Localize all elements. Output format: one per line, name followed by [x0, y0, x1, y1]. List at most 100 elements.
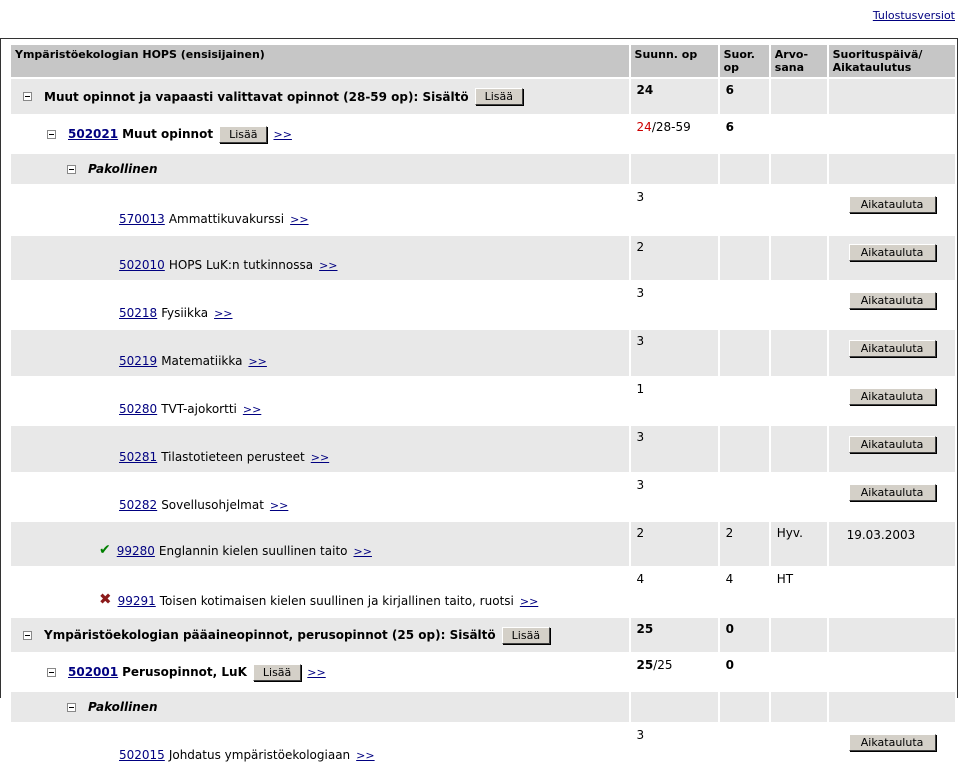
done-cell [719, 722, 769, 770]
hops-table: Ympäristöekologian HOPS (ensisijainen) S… [9, 45, 957, 770]
done-cell [719, 184, 769, 234]
row-title: Perusopinnot, LuK [122, 665, 247, 679]
schedule-button[interactable]: Aikatauluta [848, 196, 936, 213]
course-code-link[interactable]: 99291 [118, 594, 156, 608]
done-value: 6 [725, 83, 734, 97]
row-label: ✖ 99291 Toisen kotimaisen kielen suullinen… [11, 568, 629, 616]
row-label: 502015 Johdatus ympäristöekologiaan >> [11, 724, 629, 770]
details-link[interactable]: >> [520, 595, 538, 608]
course-code-link[interactable]: 50280 [119, 402, 157, 416]
date-cell [828, 616, 955, 652]
planned-cell: 3 [630, 424, 718, 472]
details-link[interactable]: >> [307, 666, 325, 679]
grade-value: HT [776, 572, 794, 586]
details-link[interactable]: >> [273, 128, 291, 141]
schedule-button[interactable]: Aikatauluta [848, 340, 936, 357]
schedule-button[interactable]: Aikatauluta [848, 388, 936, 405]
add-button[interactable]: Lisää [252, 663, 302, 681]
name-cell: 502010 HOPS LuK:n tutkinnossa >> [11, 234, 629, 280]
name-cell: 50219 Matematiikka >> [11, 328, 629, 376]
row-title: Muut opinnot ja vapaasti valittavat opin… [44, 89, 469, 104]
done-cell [719, 328, 769, 376]
date-cell: Aikatauluta [828, 376, 955, 424]
row-title: Fysiikka [161, 306, 209, 320]
add-button[interactable]: Lisää [474, 88, 523, 105]
course-code-link[interactable]: 502001 [68, 665, 118, 679]
done-cell: 6 [719, 77, 769, 114]
table-row: 50280 TVT-ajokortti >> 1 Aikatauluta [11, 376, 955, 424]
check-icon: ✔ [99, 542, 111, 558]
planned-range: /28-59 [651, 120, 691, 134]
name-cell: 502001 Perusopinnot, LuK Lisää >> [11, 652, 629, 690]
planned-value: 24 [636, 83, 654, 97]
row-title: Englannin kielen suullinen taito [158, 544, 348, 558]
grade-cell [770, 152, 827, 184]
course-code-link[interactable]: 50218 [119, 306, 157, 320]
course-code-link[interactable]: 570013 [119, 212, 165, 226]
hops-panel: Ympäristöekologian HOPS (ensisijainen) S… [0, 38, 958, 762]
done-value: 0 [725, 622, 734, 636]
planned-cell [630, 152, 718, 184]
add-button[interactable]: Lisää [501, 626, 551, 644]
course-code-link[interactable]: 502021 [68, 127, 118, 141]
row-label: 502001 Perusopinnot, LuK Lisää >> [11, 654, 629, 690]
collapse-icon[interactable] [23, 630, 32, 640]
collapse-icon[interactable] [23, 92, 32, 101]
row-label: 50219 Matematiikka >> [11, 330, 629, 376]
name-cell: Muut opinnot ja vapaasti valittavat opin… [11, 77, 629, 114]
grade-cell [770, 376, 827, 424]
details-link[interactable]: >> [290, 213, 308, 226]
row-title: Johdatus ympäristöekologiaan [168, 748, 351, 762]
details-link[interactable]: >> [319, 259, 337, 272]
name-cell: 570013 Ammattikuvakurssi >> [11, 184, 629, 234]
row-label: 502010 HOPS LuK:n tutkinnossa >> [11, 236, 629, 280]
name-cell: Pakollinen [11, 690, 629, 722]
schedule-button[interactable]: Aikatauluta [848, 484, 936, 501]
completion-date: 19.03.2003 [846, 528, 916, 542]
grade-cell [770, 652, 827, 690]
planned-value: 3 [636, 728, 645, 742]
planned-value: 3 [636, 190, 645, 204]
schedule-button[interactable]: Aikatauluta [848, 292, 936, 309]
course-code-link[interactable]: 502015 [119, 748, 165, 762]
name-cell: 50218 Fysiikka >> [11, 280, 629, 328]
row-label: Muut opinnot ja vapaasti valittavat opin… [11, 79, 629, 114]
details-link[interactable]: >> [270, 499, 288, 512]
schedule-button[interactable]: Aikatauluta [848, 734, 936, 751]
done-cell [719, 280, 769, 328]
planned-value: 2 [636, 526, 645, 540]
course-code-link[interactable]: 50219 [119, 354, 157, 368]
details-link[interactable]: >> [311, 451, 329, 464]
collapse-icon[interactable] [47, 129, 56, 139]
course-code-link[interactable]: 99280 [117, 544, 155, 558]
details-link[interactable]: >> [356, 749, 374, 762]
grade-cell [770, 328, 827, 376]
schedule-button[interactable]: Aikatauluta [848, 436, 936, 453]
print-version-link[interactable]: Tulostusversiot [873, 9, 955, 22]
done-cell [719, 376, 769, 424]
planned-value: 2 [636, 240, 645, 254]
planned-value: 25 [636, 658, 654, 672]
course-code-link[interactable]: 50281 [119, 450, 157, 464]
collapse-icon[interactable] [47, 667, 56, 677]
schedule-button[interactable]: Aikatauluta [848, 244, 936, 261]
row-title: Toisen kotimaisen kielen suullinen ja ki… [159, 594, 514, 608]
collapse-icon[interactable] [67, 164, 76, 174]
details-link[interactable]: >> [243, 403, 261, 416]
date-cell: Aikatauluta [828, 722, 955, 770]
grade-cell [770, 234, 827, 280]
course-code-link[interactable]: 50282 [119, 498, 157, 512]
details-link[interactable]: >> [354, 545, 372, 558]
table-row: ✔ 99280 Englannin kielen suullinen taito >>… [11, 520, 955, 566]
row-label: 570013 Ammattikuvakurssi >> [11, 186, 629, 234]
row-title: Tilastotieteen perusteet [161, 450, 305, 464]
table-row: 502010 HOPS LuK:n tutkinnossa >> 2 Aikataulu… [11, 234, 955, 280]
add-button[interactable]: Lisää [219, 125, 268, 143]
course-code-link[interactable]: 502010 [119, 258, 165, 272]
planned-cell: 25 [630, 616, 718, 652]
details-link[interactable]: >> [248, 355, 266, 368]
collapse-icon[interactable] [67, 702, 76, 712]
grade-cell [770, 472, 827, 520]
details-link[interactable]: >> [214, 307, 232, 320]
table-row: 502001 Perusopinnot, LuK Lisää >> 25/25 0 [11, 652, 955, 690]
